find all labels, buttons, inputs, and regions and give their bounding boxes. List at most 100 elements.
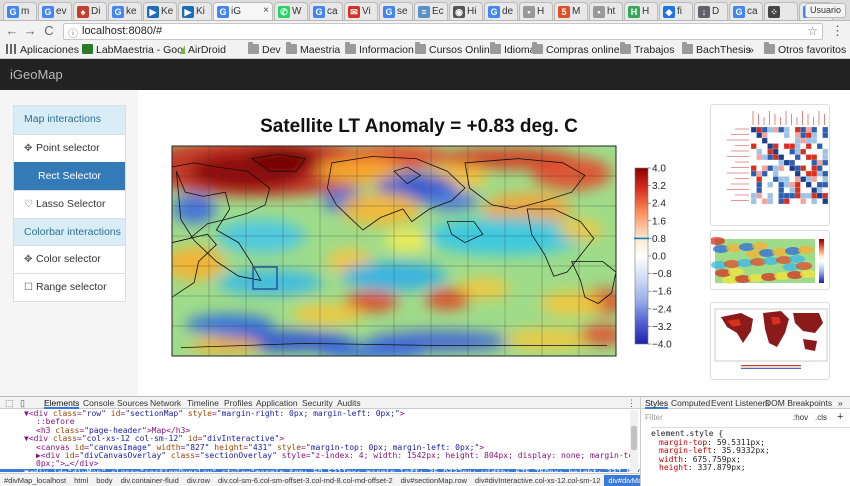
tab-favicon-icon: G [7, 6, 19, 18]
app-brand[interactable]: iGeoMap [10, 67, 63, 82]
styles-tab[interactable]: Styles [645, 397, 669, 409]
forward-button[interactable]: → [22, 23, 38, 39]
devtools-tab-elements[interactable]: Elements [44, 397, 80, 409]
styles-tab[interactable]: DOM Breakpoints [765, 397, 832, 409]
sidebar-item-range-selector[interactable]: ☐ Range selector [14, 273, 125, 301]
browser-tab[interactable]: ▶ Ke [143, 2, 177, 20]
browser-tab[interactable]: Gev [38, 2, 72, 20]
tab-favicon-icon: ↓ [698, 6, 710, 18]
styles-tab[interactable]: » [838, 397, 843, 409]
browser-tab[interactable]: ⁘ [764, 2, 798, 20]
bookmark-item[interactable]: Aplicaciones [6, 43, 79, 58]
breadcrumb-item[interactable]: html [70, 475, 92, 486]
device-icon[interactable]: ▯ [20, 397, 25, 409]
elements-tree[interactable]: ▼<div class="row" id="sectionMap" style=… [0, 410, 640, 472]
devtools-tab-application[interactable]: Application [256, 397, 298, 409]
url-text[interactable]: localhost:8080/# [82, 25, 162, 37]
styles-tab[interactable]: Event Listeners [711, 397, 770, 409]
folder-icon [490, 42, 501, 54]
style-declaration[interactable]: height: 337.879px; [651, 464, 850, 473]
other-bookmarks[interactable]: Otros favoritos [764, 42, 846, 58]
sidebar-item-lasso-selector[interactable]: ♡ Lasso Selector [14, 190, 125, 218]
devtools-tab-network[interactable]: Network [150, 397, 181, 409]
lasso-icon: ♡ [24, 199, 33, 210]
profile-button[interactable]: Usuario [804, 3, 846, 18]
browser-tab[interactable]: Gca [309, 2, 343, 20]
breadcrumb-item[interactable]: body [92, 475, 116, 486]
devtools-tab-console[interactable]: Console [83, 397, 114, 409]
breadcrumb-item[interactable]: div#divInteractive.col-xs-12.col-sm-12 [471, 475, 604, 486]
browser-tab[interactable]: ♠ Di [73, 2, 107, 20]
back-button[interactable]: ← [4, 23, 20, 39]
hov-toggle[interactable]: :hov [793, 413, 808, 422]
colorbar[interactable] [634, 167, 649, 345]
browser-tab[interactable]: ≡ Ec [414, 2, 448, 20]
elements-scrollbar[interactable] [630, 410, 638, 472]
devtools-menu-icon[interactable]: ⋮ [627, 397, 636, 409]
devtools-tab-profiles[interactable]: Profiles [224, 397, 252, 409]
sidebar-item-color-selector[interactable]: ✥ Color selector [14, 245, 125, 273]
css-property[interactable]: height [659, 463, 688, 473]
browser-tab[interactable]: ✉ Vi [344, 2, 378, 20]
browser-tab[interactable]: Gm [3, 2, 37, 20]
tab-close-icon[interactable]: × [263, 5, 269, 16]
breadcrumb-item[interactable]: div.row [183, 475, 214, 486]
browser-toolbar: ← → C ⓘ localhost:8080/# ☆ ⋮ [0, 21, 850, 42]
crumb-prefix[interactable]: #divMap_localhost [0, 475, 70, 486]
bookmark-item[interactable]: Dev [248, 42, 281, 58]
browser-tab[interactable]: ◆ fi [659, 2, 693, 20]
bookmark-item[interactable]: Trabajos [620, 42, 674, 58]
browser-tab[interactable]: ◉ Hi [449, 2, 483, 20]
thumbnail-1[interactable] [710, 104, 830, 226]
breadcrumb-item[interactable]: div.container-fluid [117, 475, 183, 486]
bookmark-label: Compras online [546, 44, 620, 56]
devtools-tab-security[interactable]: Security [302, 397, 333, 409]
breadcrumb-item[interactable]: div#divMap.sectionOverlay [604, 475, 640, 486]
tab-favicon-icon: ♠ [77, 6, 89, 18]
star-icon[interactable]: ☆ [807, 24, 818, 38]
devtools-tab-audits[interactable]: Audits [337, 397, 361, 409]
sidebar-item-rect-selector[interactable]: Rect Selector [14, 162, 125, 190]
css-value[interactable]: 337.879px; [698, 463, 746, 473]
browser-tab[interactable]: ✆ W [274, 2, 308, 20]
inspect-icon[interactable]: ⬚ [5, 397, 14, 409]
styles-tab[interactable]: Computed [671, 397, 710, 409]
dom-node-line[interactable]: ▼<div class="row" id="sectionMap" style=… [0, 410, 640, 418]
browser-tab[interactable]: • H [519, 2, 553, 20]
sidebar-item-point-selector[interactable]: ✥ Point selector [14, 134, 125, 162]
browser-tab[interactable]: Gca [729, 2, 763, 20]
bookmark-item[interactable]: Cursos Online [415, 42, 496, 58]
browser-tab[interactable]: GiG × [213, 2, 273, 20]
browser-tab[interactable]: ↓ D [694, 2, 728, 20]
browser-tab[interactable]: HH [624, 2, 658, 20]
bookmark-item[interactable]: Maestria [286, 42, 340, 58]
dom-node-line[interactable]: ▼<div id="divMap" class="sectionOverlay"… [0, 468, 640, 472]
bookmark-item[interactable]: AirDroid [180, 43, 226, 58]
breadcrumb-item[interactable]: div#sectionMap.row [397, 475, 471, 486]
devtools-tab-sources[interactable]: Sources [117, 397, 148, 409]
browser-tab[interactable]: Gke [108, 2, 142, 20]
breadcrumb-item[interactable]: div.col-sm-6.col-sm-offset-3.col-md-8.co… [214, 475, 397, 486]
browser-tab[interactable]: ▶ Ki [178, 2, 212, 20]
address-bar[interactable]: ⓘ localhost:8080/# ☆ [63, 23, 823, 40]
browser-tab[interactable]: Gse [379, 2, 413, 20]
map-title: Satellite LT Anomaly = +0.83 deg. C [260, 116, 578, 137]
cls-toggle[interactable]: .cls [815, 413, 827, 422]
bookmark-item[interactable]: LabMaestria - Goo [82, 43, 183, 58]
browser-menu-icon[interactable]: ⋮ [831, 23, 844, 39]
thumbnail-3[interactable] [710, 302, 830, 380]
bookmark-item[interactable]: Compras online [532, 42, 620, 58]
styles-filter-input[interactable]: Filter [645, 413, 663, 422]
info-icon[interactable]: ⓘ [68, 25, 78, 40]
new-rule-button[interactable]: + [837, 411, 843, 423]
browser-tab[interactable]: Gde [484, 2, 518, 20]
devtools-tab-timeline[interactable]: Timeline [187, 397, 219, 409]
bookmark-item[interactable]: Informacion [345, 42, 414, 58]
thumbnail-2[interactable] [710, 230, 830, 290]
browser-tab[interactable]: 5M [554, 2, 588, 20]
reload-button[interactable]: C [41, 23, 57, 39]
browser-tab[interactable]: • ht [589, 2, 623, 20]
bookmark-item[interactable]: BachThesis [682, 42, 751, 58]
bookmarks-more-icon[interactable]: » [748, 43, 754, 58]
anomaly-map[interactable] [138, 138, 625, 361]
